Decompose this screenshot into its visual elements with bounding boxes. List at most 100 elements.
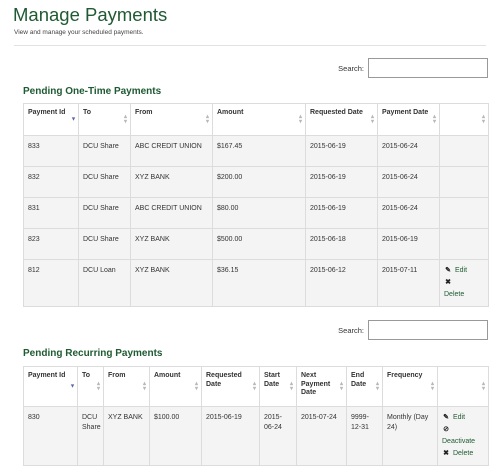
cell-actions [439, 166, 489, 198]
cell-amount: $36.15 [212, 259, 306, 307]
table-row: 830 DCU Share XYZ BANK $100.00 2015-06-1… [23, 406, 489, 466]
page-subtitle: View and manage your scheduled payments. [14, 29, 144, 36]
cell-to: DCU Share [78, 197, 131, 229]
cell-from: ABC CREDIT UNION [130, 197, 213, 229]
col-header-amount[interactable]: Amount ▴ ▾ [149, 366, 202, 407]
cell-payment-date: 2015-07-11 [377, 259, 440, 307]
deactivate-link[interactable]: ⊘ [442, 425, 484, 435]
col-header-amount[interactable]: Amount ▴ ▾ [212, 103, 306, 136]
cell-amount: $500.00 [212, 228, 306, 260]
cell-payment-id: 823 [23, 228, 79, 260]
search-label: Search: [338, 63, 364, 73]
col-header-requested-date[interactable]: Requested Date ▴ ▾ [305, 103, 378, 136]
sort-arrows-icon: ▴ ▾ [289, 380, 293, 392]
cell-payment-id: 832 [23, 166, 79, 198]
cell-payment-date: 2015-06-24 [377, 197, 440, 229]
col-header-to[interactable]: To ▴ ▾ [78, 103, 131, 136]
recurring-search: Search: [338, 320, 488, 340]
pencil-icon: ✎ [445, 267, 451, 274]
cell-payment-date: 2015-06-19 [377, 228, 440, 260]
col-header-actions[interactable]: ▴ ▾ [437, 366, 489, 407]
edit-link[interactable]: ✎ Edit [444, 266, 484, 276]
col-header-from[interactable]: From ▴ ▾ [130, 103, 213, 136]
cell-to: DCU Share [78, 228, 131, 260]
col-header-to[interactable]: To ▴ ▾ [77, 366, 104, 407]
table-header-row: Payment Id ▾ To ▴ ▾ From ▴ ▾ Amount ▴ ▾ Request… [23, 366, 489, 407]
recurring-section-title: Pending Recurring Payments [23, 348, 163, 359]
delete-label[interactable]: Delete [444, 290, 464, 300]
sort-arrows-icon: ▾ [70, 383, 74, 389]
deactivate-label[interactable]: Deactivate [442, 437, 475, 447]
cell-requested-date: 2015-06-18 [305, 228, 378, 260]
cell-from: ABC CREDIT UNION [130, 135, 213, 167]
cell-requested-date: 2015-06-12 [305, 259, 378, 307]
edit-link[interactable]: ✎ Edit [442, 413, 484, 423]
cell-frequency: Monthly (Day 24) [382, 406, 438, 466]
one-time-search: Search: [338, 58, 488, 78]
one-time-section-title: Pending One-Time Payments [23, 86, 162, 97]
cell-requested-date: 2015-06-19 [201, 406, 260, 466]
x-icon: ✖ [445, 279, 451, 286]
table-row: 831 DCU Share ABC CREDIT UNION $80.00 20… [23, 197, 489, 229]
table-row: 812 DCU Loan XYZ BANK $36.15 2015-06-12 … [23, 259, 489, 307]
cell-payment-id: 833 [23, 135, 79, 167]
col-header-payment-id[interactable]: Payment Id ▾ [23, 103, 79, 136]
pencil-icon: ✎ [443, 414, 449, 421]
divider [14, 45, 486, 46]
cell-amount: $200.00 [212, 166, 306, 198]
one-time-search-input[interactable] [368, 58, 488, 78]
col-header-end-date[interactable]: End Date ▴ ▾ [346, 366, 383, 407]
cell-payment-id: 830 [23, 406, 78, 466]
sort-arrows-icon: ▴ ▾ [142, 380, 146, 392]
sort-arrows-icon: ▴ ▾ [252, 380, 256, 392]
cell-actions [439, 197, 489, 229]
sort-arrows-icon: ▴ ▾ [481, 380, 485, 392]
cell-to: DCU Loan [78, 259, 131, 307]
cell-to: DCU Share [77, 406, 104, 466]
sort-arrows-icon: ▴ ▾ [194, 380, 198, 392]
sort-arrows-icon: ▴ ▾ [481, 113, 485, 125]
cell-requested-date: 2015-06-19 [305, 166, 378, 198]
sort-arrows-icon: ▴ ▾ [375, 380, 379, 392]
cell-requested-date: 2015-06-19 [305, 135, 378, 167]
page-title: Manage Payments [13, 4, 168, 25]
col-header-next-payment-date[interactable]: Next Payment Date ▴ ▾ [296, 366, 347, 407]
sort-arrows-icon: ▴ ▾ [298, 113, 302, 125]
cell-requested-date: 2015-06-19 [305, 197, 378, 229]
cell-to: DCU Share [78, 166, 131, 198]
col-header-payment-id[interactable]: Payment Id ▾ [23, 366, 78, 407]
sort-arrows-icon: ▴ ▾ [432, 113, 436, 125]
sort-arrows-icon: ▴ ▾ [339, 380, 343, 392]
cell-actions [439, 228, 489, 260]
sort-arrows-icon: ▴ ▾ [430, 380, 434, 392]
col-header-payment-date[interactable]: Payment Date ▴ ▾ [377, 103, 440, 136]
sort-arrows-icon: ▴ ▾ [96, 380, 100, 392]
cell-amount: $80.00 [212, 197, 306, 229]
col-header-requested-date[interactable]: Requested Date ▴ ▾ [201, 366, 260, 407]
cell-actions [439, 135, 489, 167]
cell-from: XYZ BANK [103, 406, 150, 466]
col-header-start-date[interactable]: Start Date ▴ ▾ [259, 366, 297, 407]
col-header-actions[interactable]: ▴ ▾ [439, 103, 489, 136]
recurring-search-input[interactable] [368, 320, 488, 340]
col-header-frequency[interactable]: Frequency ▴ ▾ [382, 366, 438, 407]
cell-from: XYZ BANK [130, 259, 213, 307]
cell-amount: $100.00 [149, 406, 202, 466]
cell-from: XYZ BANK [130, 166, 213, 198]
cell-amount: $167.45 [212, 135, 306, 167]
one-time-payments-table: Payment Id ▾ To ▴ ▾ From ▴ ▾ Amount ▴ ▾ Request… [23, 103, 489, 307]
delete-link[interactable]: ✖ [444, 278, 484, 288]
table-row: 823 DCU Share XYZ BANK $500.00 2015-06-1… [23, 228, 489, 260]
col-header-from[interactable]: From ▴ ▾ [103, 366, 150, 407]
cell-from: XYZ BANK [130, 228, 213, 260]
sort-arrows-icon: ▾ [71, 116, 75, 122]
cell-end-date: 9999-12-31 [346, 406, 383, 466]
cell-payment-id: 812 [23, 259, 79, 307]
cell-next-payment-date: 2015-07-24 [296, 406, 347, 466]
table-row: 832 DCU Share XYZ BANK $200.00 2015-06-1… [23, 166, 489, 198]
search-label: Search: [338, 325, 364, 335]
cell-actions: ✎ Edit ⊘ Deactivate ✖ Delete [437, 406, 489, 466]
table-header-row: Payment Id ▾ To ▴ ▾ From ▴ ▾ Amount ▴ ▾ Request… [23, 103, 489, 136]
cell-to: DCU Share [78, 135, 131, 167]
sort-arrows-icon: ▴ ▾ [205, 113, 209, 125]
